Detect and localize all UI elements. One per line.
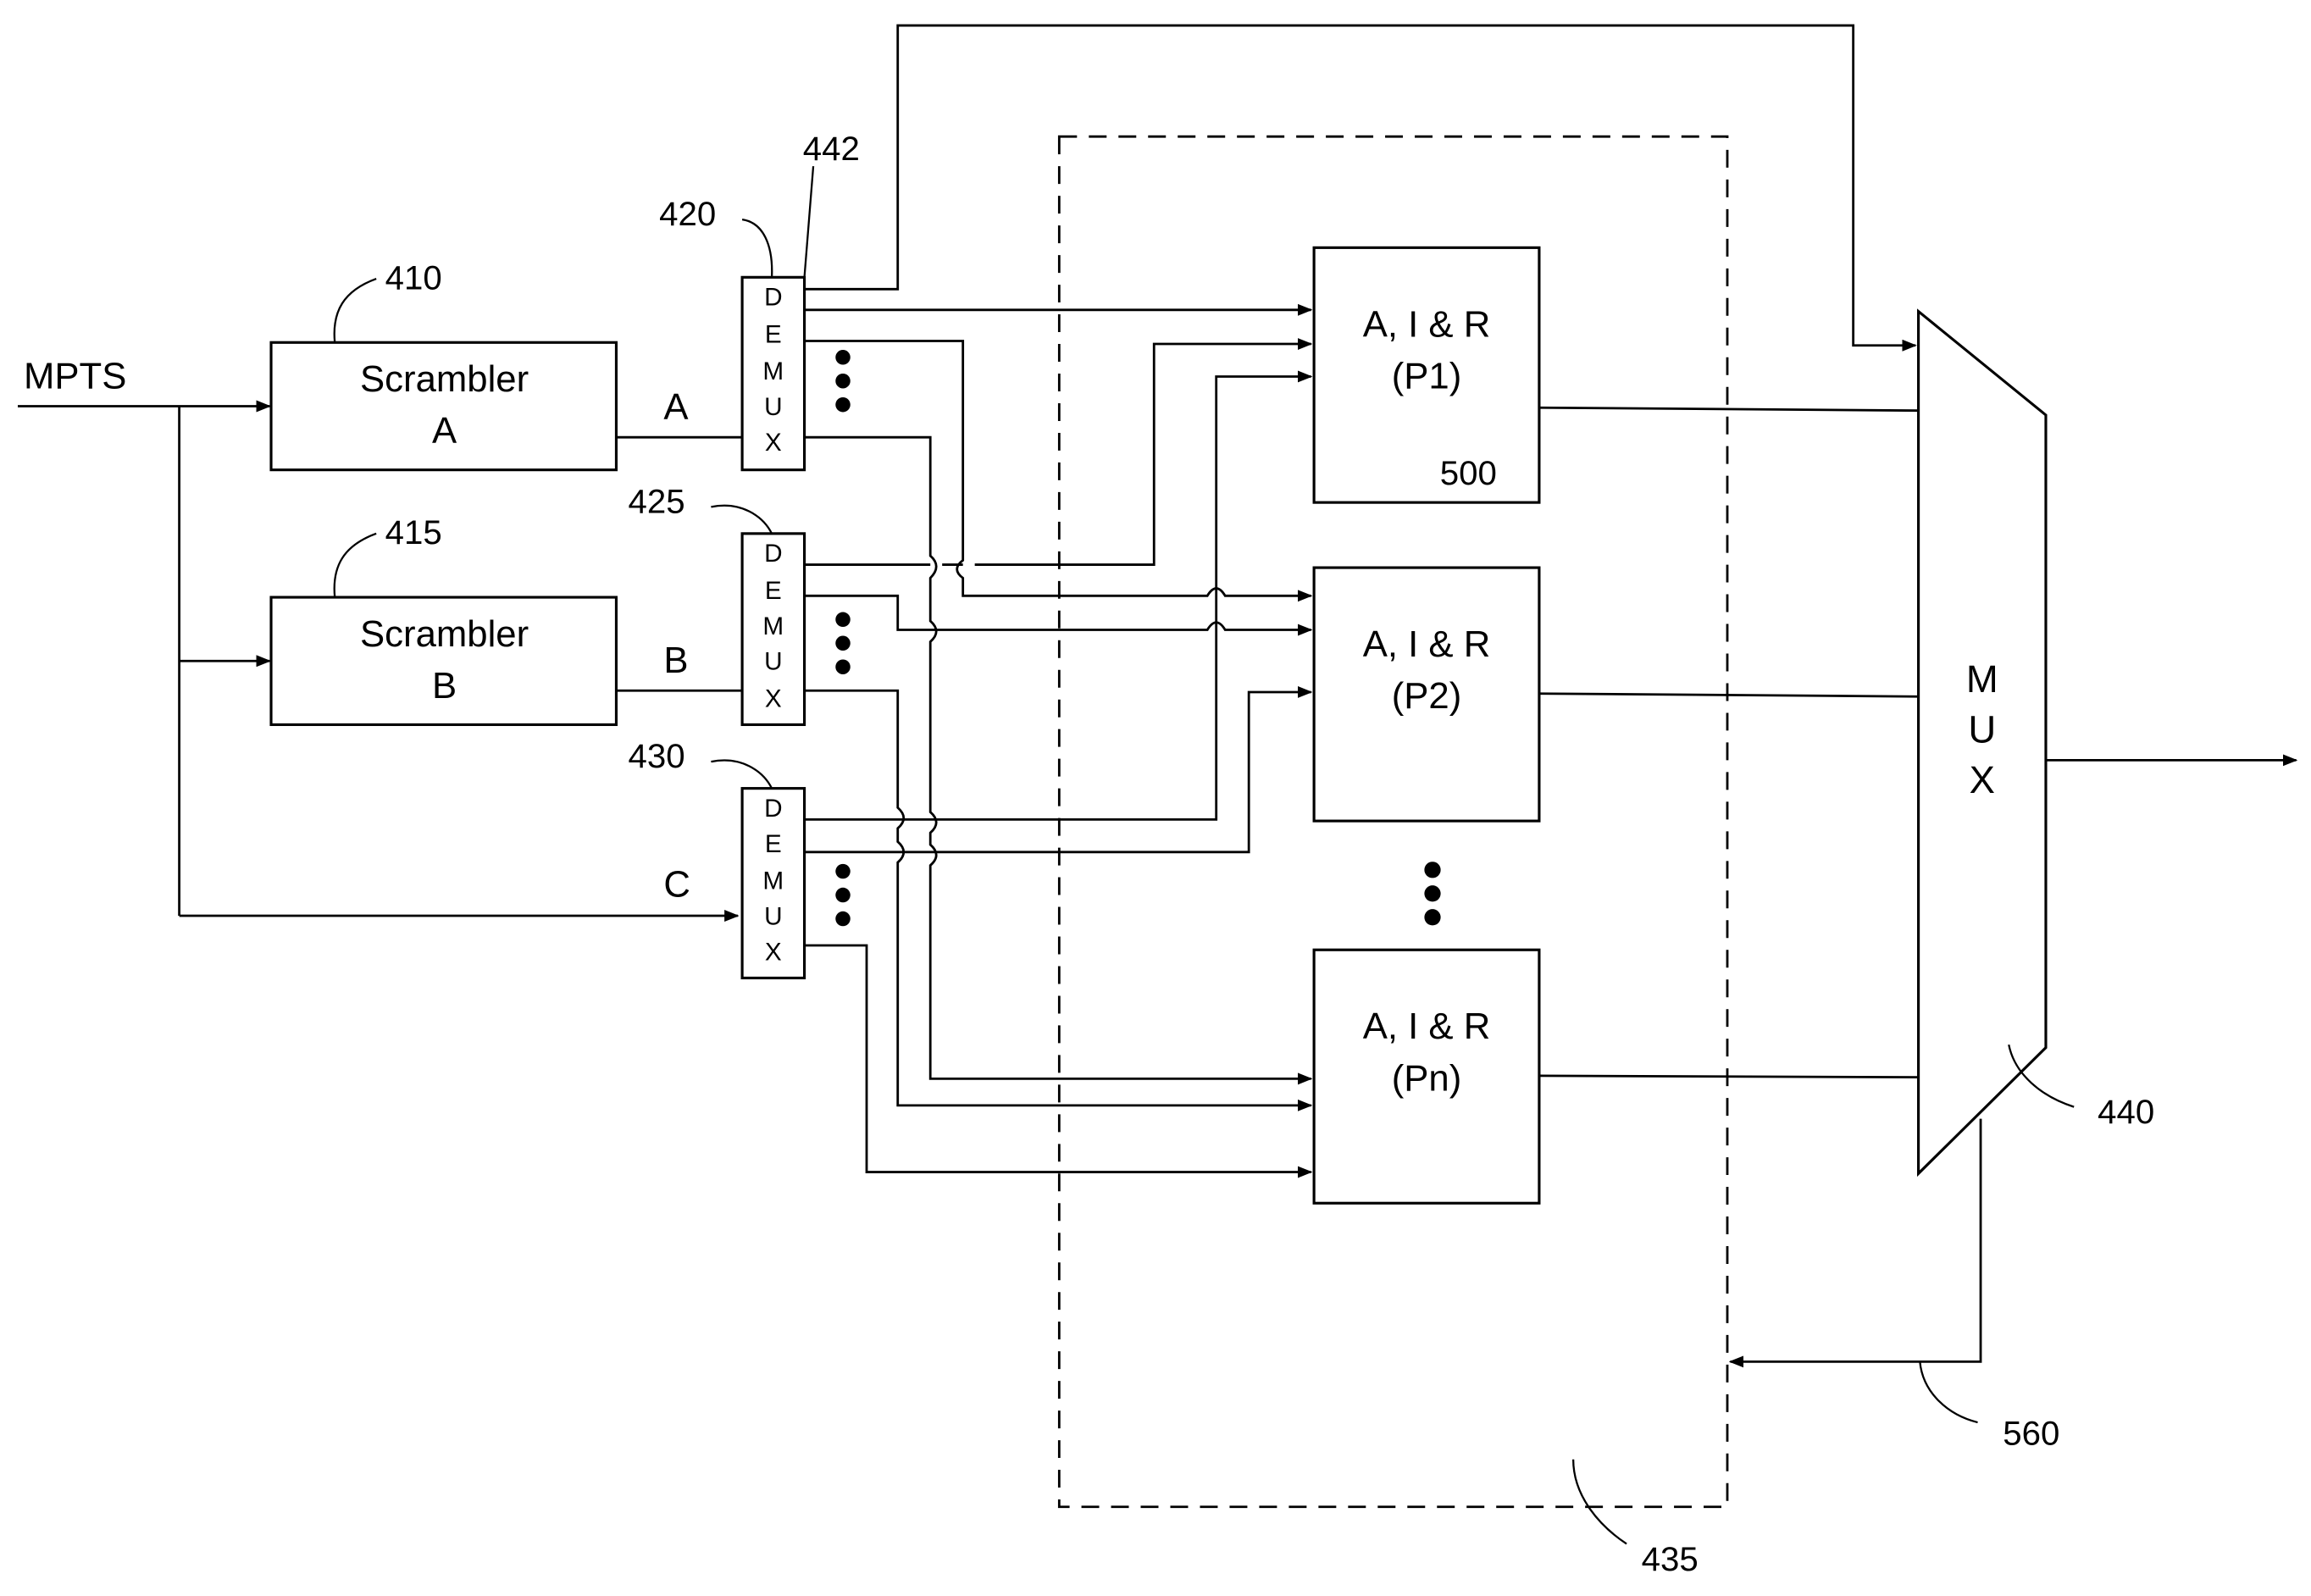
- demux-430-text: U: [764, 903, 782, 931]
- processor-pn-id: (Pn): [1392, 1057, 1462, 1099]
- ref-430-leader: [711, 759, 773, 790]
- demux-425-text: D: [764, 540, 782, 568]
- d425-to-pn: [804, 689, 1313, 1111]
- demux-425: D E M U X: [740, 532, 806, 727]
- diagram: MPTS Scrambler A 410 A Scrambler B 415 B…: [17, 24, 2298, 1578]
- p1-to-mux: [1538, 406, 1919, 413]
- demux-420-text: E: [765, 320, 782, 348]
- mux-440-text: U: [1968, 707, 1996, 751]
- ref-560-leader: [1919, 1361, 1978, 1424]
- demux-430-text: D: [764, 795, 782, 823]
- demux-425-ellipsis-circle: [835, 635, 851, 651]
- feedback-path-560: [1728, 1118, 1982, 1368]
- demux-430-ellipsis-circle: [835, 887, 851, 903]
- demux-430-ellipsis: [835, 863, 851, 927]
- d430-to-p1: [804, 370, 1313, 821]
- ref-442-leader: [803, 166, 815, 278]
- ref-430: 430: [628, 737, 684, 775]
- path-b-label: B: [663, 640, 688, 681]
- ref-500: 500: [1440, 454, 1497, 492]
- ref-410: 410: [385, 258, 442, 296]
- processor-ellipsis-circle: [1424, 862, 1441, 878]
- demux-420-ellipsis-circle: [835, 373, 851, 389]
- demux-430-text: M: [762, 867, 784, 895]
- mux-440-text: M: [1966, 657, 1998, 701]
- demux-420-text: M: [762, 357, 784, 385]
- processor-p1-id: (P1): [1392, 355, 1462, 396]
- scrambler-b-letter: B: [432, 665, 457, 707]
- demux-420-ellipsis: [835, 350, 851, 413]
- demux-430-ellipsis-circle: [835, 911, 851, 927]
- d430-to-p2: [804, 685, 1313, 854]
- processor-pn: A, I & R (Pn): [1312, 948, 1541, 1205]
- ref-442: 442: [803, 130, 860, 168]
- mux-440: M U X: [1917, 308, 2048, 1178]
- processor-ellipsis-circle: [1424, 909, 1441, 926]
- scrambler-a: Scrambler A: [269, 341, 618, 472]
- d420-to-pn: [804, 435, 1313, 1085]
- d420-to-p2: [804, 340, 1313, 602]
- scrambler-b: Scrambler B: [269, 596, 618, 727]
- ref-420: 420: [659, 195, 716, 233]
- d430-to-pn: [804, 944, 1313, 1178]
- demux-420-ellipsis-circle: [835, 396, 851, 413]
- processor-p1-title: A, I & R: [1363, 303, 1491, 345]
- demux-430: D E M U X: [740, 787, 806, 980]
- demux-425-text: E: [765, 577, 782, 605]
- ref-410-leader: [333, 278, 377, 343]
- ref-415: 415: [385, 513, 442, 551]
- processor-ellipsis: [1424, 862, 1441, 926]
- p2-to-mux: [1538, 692, 1919, 698]
- demux-430-text: X: [765, 938, 782, 966]
- demux-425-ellipsis-circle: [835, 659, 851, 674]
- ref-435: 435: [1642, 1540, 1699, 1578]
- ref-420-leader: [741, 219, 773, 278]
- path-a-label: A: [663, 386, 689, 428]
- path-c-label: C: [663, 863, 690, 905]
- pn-to-mux: [1538, 1074, 1919, 1079]
- processor-p2: A, I & R (P2): [1312, 566, 1541, 823]
- ref-425: 425: [628, 482, 684, 520]
- ref-435-leader: [1572, 1459, 1627, 1545]
- processor-p1: A, I & R (P1) 500: [1312, 246, 1541, 504]
- mpts-label: MPTS: [24, 355, 126, 396]
- processor-ellipsis-circle: [1424, 885, 1441, 902]
- processor-p2-title: A, I & R: [1363, 623, 1491, 665]
- scrambler-a-title: Scrambler: [360, 358, 529, 400]
- demux-420-text: U: [764, 393, 782, 421]
- scrambler-b-title: Scrambler: [360, 613, 529, 655]
- ref-560: 560: [2003, 1414, 2059, 1452]
- ref-425-leader: [711, 504, 773, 535]
- demux-420-text: D: [764, 284, 782, 312]
- demux-430-text: E: [765, 830, 782, 858]
- demux-425-text: U: [764, 648, 782, 676]
- processor-p2-id: (P2): [1392, 675, 1462, 717]
- mux-440-text: X: [1970, 758, 1995, 801]
- d425-to-p2: [804, 594, 1313, 636]
- demux-425-ellipsis-circle: [835, 612, 851, 628]
- demux-420-text: X: [765, 429, 782, 457]
- scrambler-a-letter: A: [432, 410, 457, 452]
- ref-440: 440: [2098, 1093, 2154, 1131]
- demux-420-ellipsis-circle: [835, 350, 851, 365]
- demux-430-ellipsis-circle: [835, 863, 851, 879]
- demux-425-text: M: [762, 612, 784, 640]
- processor-pn-title: A, I & R: [1363, 1006, 1491, 1047]
- demux-420: D E M U X: [740, 275, 806, 472]
- demux-425-ellipsis: [835, 612, 851, 674]
- ref-415-leader: [333, 532, 377, 598]
- demux-425-text: X: [765, 684, 782, 712]
